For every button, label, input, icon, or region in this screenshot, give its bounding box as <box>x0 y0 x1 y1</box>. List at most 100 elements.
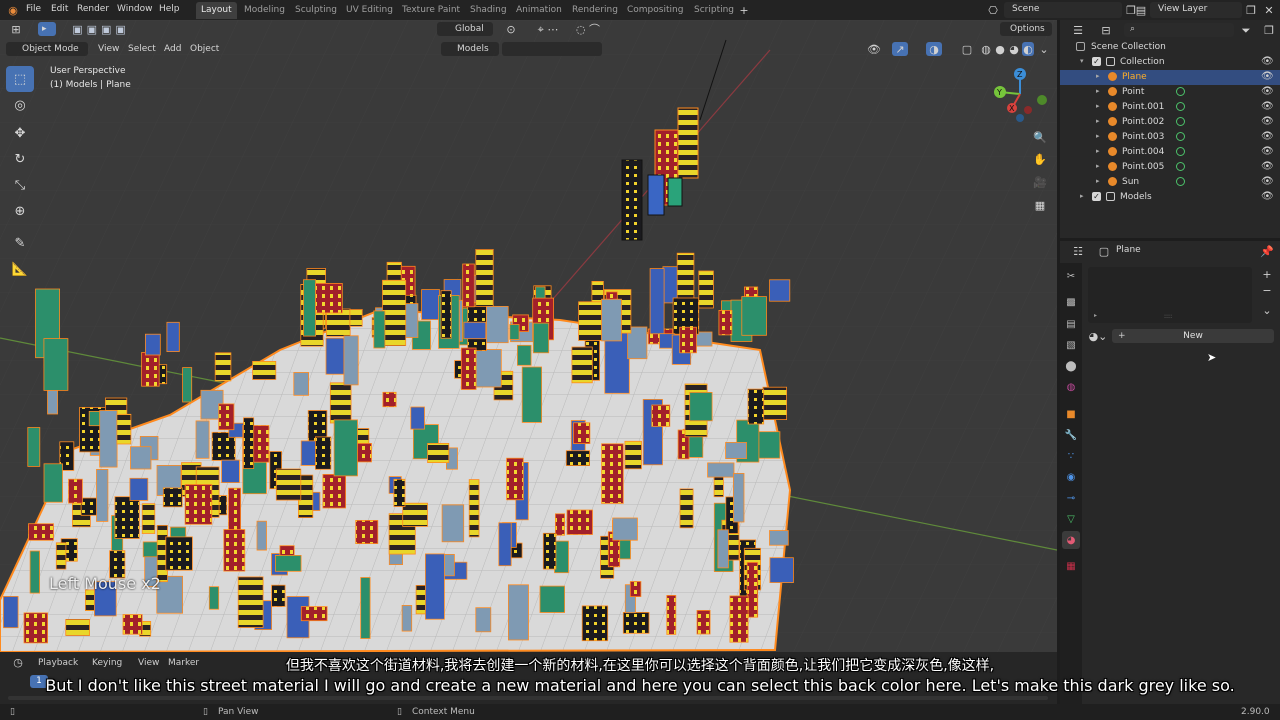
building-mesh[interactable] <box>165 536 193 571</box>
visibility-eye-icon[interactable]: 👁 <box>1261 146 1274 157</box>
building-mesh[interactable] <box>601 443 624 504</box>
slot-list-resize-icon[interactable]: :::: <box>1164 313 1172 320</box>
building-mesh[interactable] <box>382 391 397 408</box>
light-data-icon[interactable] <box>1176 147 1185 156</box>
new-collection-icon[interactable]: ❐ <box>1262 24 1276 36</box>
building-mesh[interactable] <box>256 520 267 551</box>
outliner-display-mode-icon[interactable]: ⊟ <box>1096 24 1116 36</box>
expand-arrow-icon[interactable]: ▸ <box>1096 117 1100 125</box>
building-mesh[interactable] <box>762 386 788 421</box>
menu-file[interactable]: File <box>26 4 41 14</box>
outliner-row-point-004[interactable]: ▸ Point.004 👁 <box>1060 145 1280 160</box>
menu-select[interactable]: Select <box>124 42 160 56</box>
building-mesh[interactable] <box>474 349 502 388</box>
building-mesh[interactable] <box>624 440 642 470</box>
building-mesh[interactable] <box>746 562 759 618</box>
visibility-icon[interactable]: 👁 <box>866 42 882 56</box>
building-mesh[interactable] <box>55 542 67 570</box>
expand-arrow-icon[interactable]: ▸ <box>1096 162 1100 170</box>
camera-view-icon[interactable]: 🎥 <box>1029 171 1051 193</box>
building-mesh[interactable] <box>651 404 671 427</box>
building-mesh[interactable] <box>717 529 729 569</box>
building-mesh[interactable] <box>43 463 63 503</box>
tab-modeling[interactable]: Modeling <box>239 2 290 19</box>
remove-slot-icon[interactable]: − <box>1260 283 1274 297</box>
building-mesh[interactable] <box>228 487 242 533</box>
editor-type-icon[interactable]: ⊞ <box>6 22 26 36</box>
building-mesh[interactable] <box>573 422 591 444</box>
building-mesh[interactable] <box>410 406 425 430</box>
building-mesh[interactable] <box>252 360 277 380</box>
building-mesh[interactable] <box>729 595 749 643</box>
building-mesh[interactable] <box>581 605 609 642</box>
building-mesh[interactable] <box>401 605 413 632</box>
world-tab-icon[interactable]: ◍ <box>1062 378 1080 396</box>
object-tab-icon[interactable]: ■ <box>1062 405 1080 423</box>
building-mesh[interactable] <box>696 610 711 635</box>
building-mesh[interactable] <box>355 519 379 544</box>
scene-field[interactable]: Scene <box>1004 2 1122 18</box>
building-mesh[interactable] <box>96 468 109 522</box>
building-mesh[interactable] <box>769 279 791 302</box>
building-mesh[interactable] <box>373 310 386 349</box>
outliner-row-plane[interactable]: ▸ Plane 👁 <box>1060 70 1280 85</box>
outliner-row-point-003[interactable]: ▸ Point.003 👁 <box>1060 130 1280 145</box>
shading-options-icon[interactable]: ⌄ <box>1038 42 1050 56</box>
collection-checkbox-icon[interactable]: ✓ <box>1092 57 1101 66</box>
outliner[interactable]: ☰ ⊟ ⌕ ⏷ ❐ Scene Collection ▾ ✓ Collection 👁… <box>1060 20 1280 238</box>
building-mesh[interactable] <box>29 550 41 594</box>
building-mesh[interactable] <box>382 279 407 346</box>
building-mesh[interactable] <box>554 540 569 574</box>
building-mesh[interactable] <box>141 352 160 387</box>
outliner-row-sun[interactable]: ▸ Sun 👁 <box>1060 175 1280 190</box>
shading-material-icon[interactable]: ◕ <box>1008 42 1020 56</box>
light-data-icon[interactable] <box>1176 162 1185 171</box>
tool-settings-select-icon[interactable]: ▸ <box>38 22 56 36</box>
building-mesh[interactable] <box>542 532 557 570</box>
building-mesh[interactable] <box>65 619 90 636</box>
building-mesh[interactable] <box>649 268 665 335</box>
building-mesh[interactable] <box>532 322 550 354</box>
building-mesh[interactable] <box>463 321 487 340</box>
building-mesh[interactable] <box>566 509 593 535</box>
building-mesh[interactable] <box>329 382 352 424</box>
building-mesh[interactable] <box>214 352 232 382</box>
gizmo-toggle-icon[interactable]: ↗ <box>892 42 908 56</box>
building-mesh[interactable] <box>349 308 363 327</box>
building-mesh[interactable] <box>498 522 512 567</box>
building-mesh[interactable] <box>271 584 286 607</box>
cursor-tool-icon[interactable]: ◎ <box>6 92 34 118</box>
building-mesh[interactable] <box>144 333 161 356</box>
physics-tab-icon[interactable]: ◉ <box>1062 468 1080 486</box>
overlay-toggle-icon[interactable]: ◑ <box>926 42 942 56</box>
material-slot-list[interactable]: ▸ :::: <box>1088 267 1252 323</box>
add-slot-icon[interactable]: + <box>1260 267 1274 281</box>
visibility-eye-icon[interactable]: 👁 <box>1261 101 1274 112</box>
light-data-icon[interactable] <box>1176 87 1185 96</box>
building-mesh[interactable] <box>162 487 183 508</box>
building-mesh[interactable] <box>223 529 246 572</box>
view-layer-field[interactable]: View Layer <box>1150 2 1242 18</box>
tab-sculpting[interactable]: Sculpting <box>290 2 342 19</box>
building-mesh[interactable] <box>679 488 694 529</box>
visibility-eye-icon[interactable]: 👁 <box>1261 161 1274 172</box>
visibility-eye-icon[interactable]: 👁 <box>1261 176 1274 187</box>
expand-arrow-icon[interactable]: ▸ <box>1080 192 1084 200</box>
building-mesh[interactable] <box>509 324 520 340</box>
building-mesh[interactable] <box>333 419 358 477</box>
collection-filter-dropdown[interactable]: Models <box>441 42 499 56</box>
3d-viewport[interactable] <box>0 20 1057 652</box>
tab-layout[interactable]: Layout <box>196 2 237 19</box>
building-mesh[interactable] <box>507 584 529 641</box>
building-mesh[interactable] <box>539 585 566 613</box>
new-material-button[interactable]: + New <box>1112 329 1274 343</box>
building-mesh[interactable] <box>360 577 371 639</box>
tab-compositing[interactable]: Compositing <box>622 2 688 19</box>
menu-add[interactable]: Add <box>160 42 185 56</box>
menu-view[interactable]: View <box>94 42 123 56</box>
expand-arrow-icon[interactable]: ▸ <box>1096 132 1100 140</box>
building-mesh[interactable] <box>300 606 328 622</box>
building-mesh[interactable] <box>718 309 733 336</box>
browse-material-icon[interactable]: ◕⌄ <box>1088 329 1108 343</box>
light-data-icon[interactable] <box>1176 117 1185 126</box>
